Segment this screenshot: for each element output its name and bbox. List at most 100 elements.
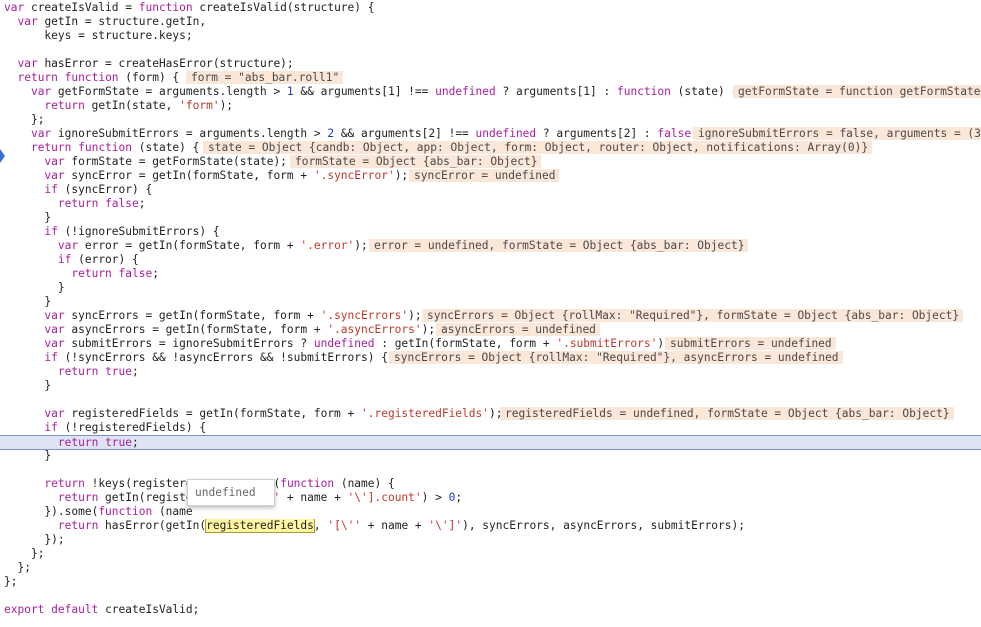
code-line[interactable]: } [0, 379, 981, 393]
code-line[interactable]: var asyncErrors = getIn(formState, form … [0, 323, 981, 337]
code-line[interactable]: }; [0, 575, 981, 589]
code-line[interactable]: }; [0, 547, 981, 561]
code-token: var [17, 15, 38, 28]
code-text: }); [44, 533, 65, 546]
code-line[interactable]: var error = getIn(formState, form + '.er… [0, 239, 981, 253]
code-line[interactable]: var getIn = structure.getIn, [0, 15, 981, 29]
code-text: } [57, 281, 65, 294]
code-token: return [57, 436, 99, 449]
code-line[interactable]: if (syncError) { [0, 183, 981, 197]
code-text: var syncErrors = getIn(formState, form +… [44, 309, 422, 322]
code-line[interactable]: if (!ignoreSubmitErrors) { [0, 225, 981, 239]
inline-debug-value: syncErrors = Object {rollMax: "Required"… [389, 351, 843, 364]
code-token: return [44, 99, 85, 112]
current-execution-line[interactable]: return true; [0, 435, 981, 450]
code-line[interactable]: var formState = getFormState(state); form… [0, 155, 981, 169]
code-token: return [57, 519, 99, 532]
code-line[interactable]: var ignoreSubmitErrors = arguments.lengt… [0, 127, 981, 141]
code-token: var [44, 169, 65, 182]
code-text: } [44, 295, 52, 308]
code-text: return true; [57, 436, 139, 449]
code-token: 'form' [179, 99, 220, 112]
code-line[interactable]: } [0, 281, 981, 295]
code-line[interactable]: export default createIsValid; [0, 603, 981, 617]
code-line[interactable] [0, 589, 981, 603]
code-text: } [44, 211, 52, 224]
code-text: keys = structure.keys; [44, 29, 193, 42]
code-line[interactable] [0, 393, 981, 407]
code-line[interactable]: } [0, 211, 981, 225]
code-line[interactable]: }; [0, 561, 981, 575]
code-line[interactable]: } [0, 295, 981, 309]
code-text: var submitErrors = ignoreSubmitErrors ? … [44, 337, 670, 350]
code-token: true [105, 436, 133, 449]
inline-debug-value: form = "abs_bar.roll1" [186, 71, 344, 84]
code-token: if [57, 253, 72, 266]
code-line[interactable]: return getIn(registe \'' + name + '\'].c… [0, 491, 981, 505]
code-token: var [44, 155, 65, 168]
code-line[interactable]: return hasError(getIn(registeredFields, … [0, 519, 981, 533]
code-token: var [44, 337, 65, 350]
code-line[interactable]: var createIsValid = function createIsVal… [0, 1, 981, 15]
code-line[interactable]: var syncError = getIn(formState, form + … [0, 169, 981, 183]
code-token: undefined [313, 337, 375, 350]
code-line[interactable]: }); [0, 533, 981, 547]
code-line[interactable]: return function (state) {state = Object … [0, 141, 981, 155]
code-line[interactable] [0, 43, 981, 57]
code-line[interactable]: return getIn(state, 'form'); [0, 99, 981, 113]
code-token: function [64, 71, 119, 84]
code-text: }; [17, 561, 31, 574]
code-token: '.error' [300, 239, 355, 252]
code-token: false [105, 197, 139, 210]
code-text: } [44, 379, 52, 392]
code-text: return function (form) { [17, 71, 180, 84]
code-editor[interactable]: var createIsValid = function createIsVal… [0, 0, 981, 627]
code-line[interactable]: if (!syncErrors && !asyncErrors && !subm… [0, 351, 981, 365]
code-line[interactable]: return true; [0, 365, 981, 379]
code-line[interactable]: return !keys(registere er(function (name… [0, 477, 981, 491]
code-text: var formState = getFormState(state); [44, 155, 287, 168]
code-token: function [617, 85, 671, 98]
code-line[interactable]: keys = structure.keys; [0, 29, 981, 43]
code-token: '\'].count' [347, 491, 422, 504]
code-token: var [57, 239, 79, 252]
code-line[interactable]: if (!registeredFields) { [0, 421, 981, 435]
code-text: }).some(function (name [44, 505, 193, 518]
code-line[interactable]: }; [0, 113, 981, 127]
code-line[interactable] [0, 463, 981, 477]
code-line[interactable]: } [0, 449, 981, 463]
code-text: if (syncError) { [44, 183, 153, 196]
code-token: var [30, 85, 52, 98]
code-token: 1 [286, 85, 294, 98]
code-line[interactable]: var syncErrors = getIn(formState, form +… [0, 309, 981, 323]
code-token: function [78, 141, 133, 154]
inline-debug-value: error = undefined, formState = Object {a… [369, 239, 749, 252]
code-line[interactable]: var hasError = createHasError(structure)… [0, 57, 981, 71]
code-text: export default createIsValid; [4, 603, 200, 616]
code-text: } [44, 449, 52, 462]
code-line[interactable]: return false; [0, 267, 981, 281]
code-token: '.syncErrors' [320, 309, 409, 322]
code-line[interactable]: return false; [0, 197, 981, 211]
inline-debug-value: formState = Object {abs_bar: Object} [290, 155, 542, 168]
code-text: var ignoreSubmitErrors = arguments.lengt… [30, 127, 698, 140]
code-line[interactable]: if (error) { [0, 253, 981, 267]
code-text: var getIn = structure.getIn, [17, 15, 207, 28]
code-token: 2 [327, 127, 335, 140]
code-token: '.submitErrors' [556, 337, 658, 350]
code-token: undefined [475, 127, 537, 140]
code-token: var [4, 1, 25, 14]
code-line[interactable]: }).some(function (name [0, 505, 981, 519]
code-token: return [30, 141, 72, 154]
code-token: false [118, 267, 153, 280]
code-text: return false; [57, 197, 146, 210]
code-token: default [51, 603, 99, 616]
code-line[interactable]: var registeredFields = getIn(formState, … [0, 407, 981, 421]
hovered-token[interactable]: registeredFields [205, 519, 315, 533]
code-line[interactable]: return function (form) { form = "abs_bar.… [0, 71, 981, 85]
code-token: if [44, 351, 58, 364]
code-line[interactable]: var submitErrors = ignoreSubmitErrors ? … [0, 337, 981, 351]
code-token: var [44, 309, 65, 322]
code-line[interactable]: var getFormState = arguments.length > 1 … [0, 85, 981, 99]
code-token: function [138, 1, 193, 14]
